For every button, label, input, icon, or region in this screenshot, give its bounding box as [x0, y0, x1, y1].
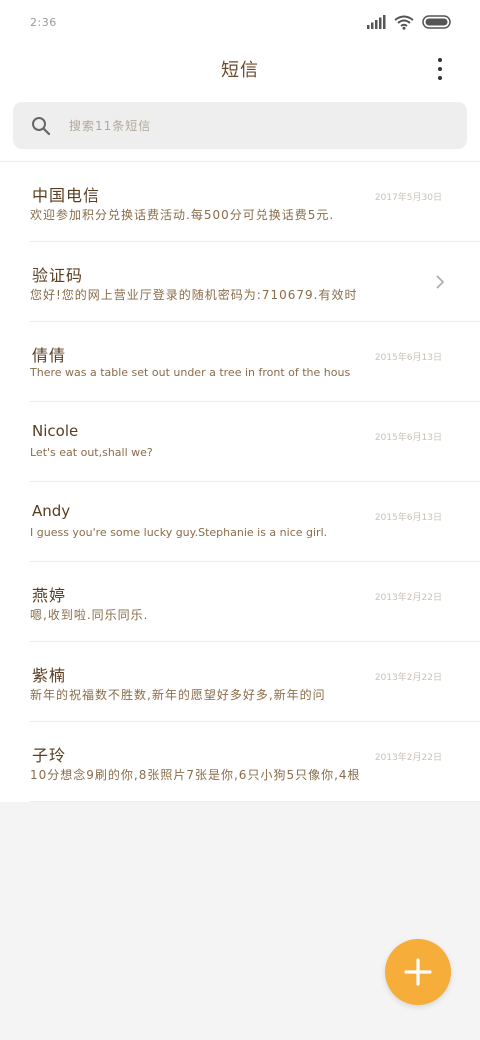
- message-date: 2015年6月13日: [374, 353, 442, 363]
- message-date: 2017年5月30日: [374, 193, 442, 203]
- message-date: 2013年2月22日: [374, 593, 442, 603]
- message-preview: 新年的祝福数不胜数,新年的愿望好多好多,新年的问: [30, 688, 326, 702]
- sender-name: 倩倩: [32, 346, 67, 365]
- message-item[interactable]: 倩倩 2015年6月13日 There was a table set out …: [30, 322, 480, 402]
- plus-icon: [404, 958, 432, 986]
- status-time: 2:36: [30, 15, 57, 29]
- status-icons: [366, 15, 452, 30]
- message-date: 2013年2月22日: [374, 753, 442, 763]
- message-item[interactable]: 燕婷 2013年2月22日 嗯,收到啦.同乐同乐.: [30, 562, 480, 642]
- message-preview: 10分想念9刷的你,8张照片7张是你,6只小狗5只像你,4根: [30, 768, 361, 782]
- search-placeholder: 搜索11条短信: [69, 119, 152, 133]
- sender-name: 紫楠: [32, 666, 67, 685]
- message-date: 2013年2月22日: [374, 673, 442, 683]
- sender-name: 子玲: [32, 746, 67, 765]
- message-item[interactable]: 中国电信 2017年5月30日 欢迎参加积分兑换话费活动.每500分可兑换话费5…: [30, 162, 480, 242]
- search-input[interactable]: 搜索11条短信: [13, 102, 467, 149]
- sender-name: 燕婷: [32, 586, 67, 605]
- message-preview: There was a table set out under a tree i…: [30, 366, 351, 379]
- sender-name: Andy: [32, 502, 71, 520]
- message-item[interactable]: 验证码 您好!您的网上营业厅登录的随机密码为:710679.有效时: [30, 242, 480, 322]
- sender-name: Nicole: [32, 422, 79, 440]
- sender-name: 验证码: [32, 266, 84, 285]
- status-bar: 2:36: [0, 0, 480, 44]
- signal-icon: [367, 15, 386, 29]
- more-options-button[interactable]: [426, 54, 454, 84]
- message-preview: 欢迎参加积分兑换话费活动.每500分可兑换话费5元.: [30, 208, 335, 222]
- message-preview: Let's eat out,shall we?: [30, 446, 153, 459]
- more-vert-icon: [438, 58, 442, 62]
- message-date: 2015年6月13日: [374, 513, 442, 523]
- message-preview: I guess you're some lucky guy.Stephanie …: [30, 526, 328, 539]
- message-item[interactable]: 子玲 2013年2月22日 10分想念9刷的你,8张照片7张是你,6只小狗5只像…: [30, 722, 480, 802]
- search-icon: [32, 116, 51, 135]
- battery-icon: [422, 15, 451, 29]
- message-list: 中国电信 2017年5月30日 欢迎参加积分兑换话费活动.每500分可兑换话费5…: [0, 162, 480, 802]
- wifi-icon: [394, 15, 414, 30]
- message-preview: 您好!您的网上营业厅登录的随机密码为:710679.有效时: [30, 288, 358, 302]
- app-bar: 短信: [0, 44, 480, 94]
- message-item[interactable]: Nicole 2015年6月13日 Let's eat out,shall we…: [30, 402, 480, 482]
- page-title: 短信: [221, 60, 259, 81]
- message-date: 2015年6月13日: [374, 433, 442, 443]
- new-message-button[interactable]: [385, 939, 451, 1005]
- sender-name: 中国电信: [32, 186, 101, 205]
- chevron-right-icon: [436, 275, 445, 289]
- message-item[interactable]: 紫楠 2013年2月22日 新年的祝福数不胜数,新年的愿望好多好多,新年的问: [30, 642, 480, 722]
- message-item[interactable]: Andy 2015年6月13日 I guess you're some luck…: [30, 482, 480, 562]
- message-preview: 嗯,收到啦.同乐同乐.: [30, 608, 149, 622]
